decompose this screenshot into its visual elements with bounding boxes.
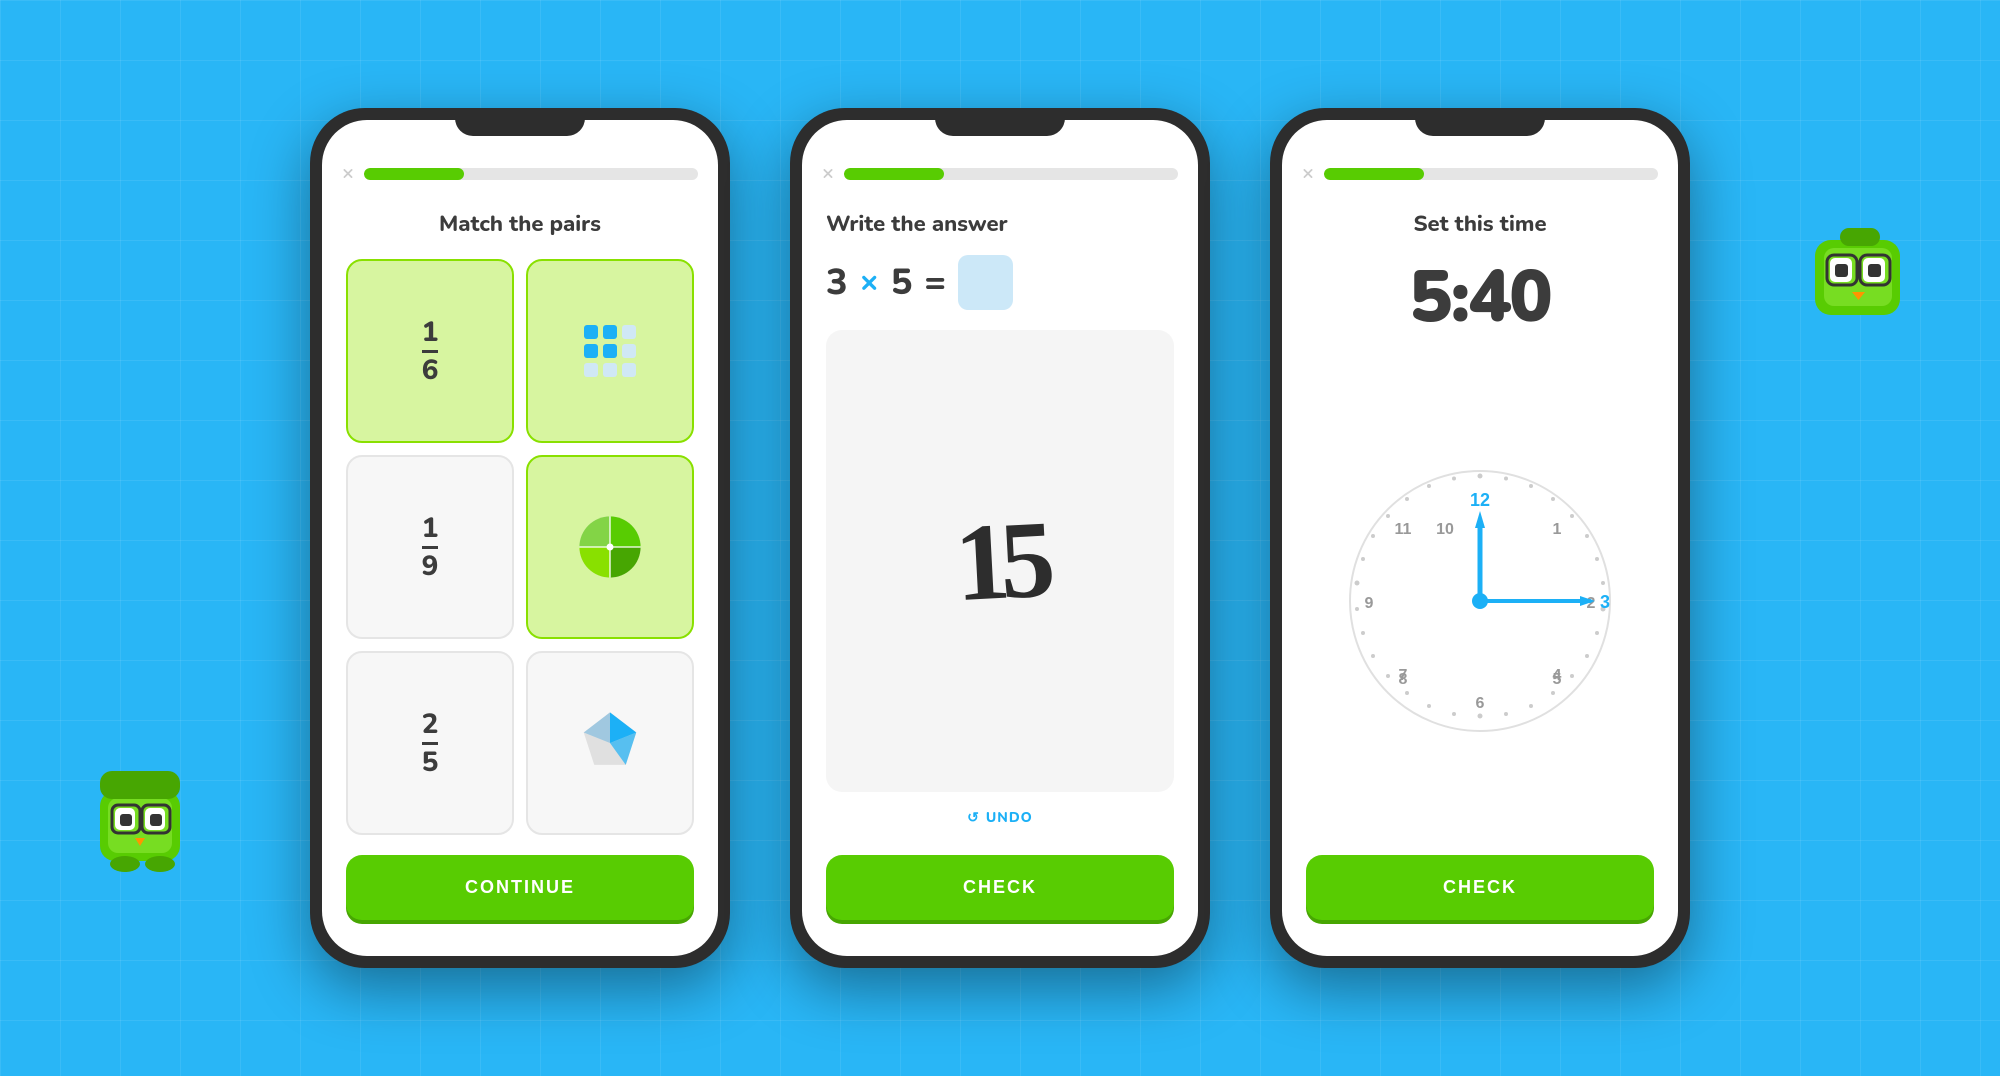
diamond-icon	[575, 708, 645, 778]
phone-2: × Write the answer 3 × 5 = 15 ↺ UNDO C	[790, 108, 1210, 968]
fraction-1-6: 1 6	[422, 317, 439, 386]
phone-bottom-3: CHECK	[1282, 855, 1678, 956]
grid-dot-empty	[622, 363, 636, 377]
handwritten-answer: 15	[952, 495, 1049, 627]
close-button-1[interactable]: ×	[342, 160, 354, 187]
svg-text:2: 2	[1587, 595, 1596, 612]
analog-clock[interactable]: 12 1 2 4 6 7 9 11 10 3 5 8	[1335, 456, 1625, 746]
grid-dot-empty	[603, 363, 617, 377]
clock-container: 12 1 2 4 6 7 9 11 10 3 5 8	[1306, 367, 1654, 835]
fraction-denominator: 6	[422, 355, 439, 386]
check-button-3[interactable]: CHECK	[1306, 855, 1654, 920]
pair-card-grid[interactable]	[526, 259, 694, 443]
fraction-1-9: 1 9	[422, 513, 439, 582]
close-button-2[interactable]: ×	[822, 160, 834, 187]
grid-dot	[603, 325, 617, 339]
svg-text:8: 8	[1399, 671, 1408, 688]
svg-text:5: 5	[1553, 671, 1562, 688]
pair-card-diamond[interactable]	[526, 651, 694, 835]
eq-left: 3	[826, 258, 848, 307]
pair-card-fraction-2-5[interactable]: 2 5	[346, 651, 514, 835]
grid-dot-empty	[622, 325, 636, 339]
close-button-3[interactable]: ×	[1302, 160, 1314, 187]
grid-dot	[584, 325, 598, 339]
svg-text:12: 12	[1470, 490, 1490, 510]
pair-card-pie[interactable]	[526, 455, 694, 639]
undo-icon: ↺	[967, 808, 980, 827]
svg-text:1: 1	[1553, 521, 1562, 538]
phone-bottom-2: CHECK	[802, 855, 1198, 956]
pair-card-fraction-1-9[interactable]: 1 9	[346, 455, 514, 639]
draw-area[interactable]: 15	[826, 330, 1174, 792]
svg-text:9: 9	[1365, 595, 1374, 612]
progress-bar-bg-1	[364, 168, 698, 180]
fraction-denominator: 5	[422, 747, 439, 778]
fraction-numerator: 2	[422, 709, 439, 745]
svg-text:3: 3	[1600, 592, 1610, 612]
grid-dot-empty	[584, 363, 598, 377]
notch-2	[935, 108, 1065, 136]
cube-right-svg	[1810, 220, 1920, 330]
check-button-2[interactable]: CHECK	[826, 855, 1174, 920]
undo-button[interactable]: ↺ UNDO	[826, 808, 1174, 827]
grid-dot	[584, 344, 598, 358]
svg-text:10: 10	[1436, 521, 1454, 538]
fraction-2-5: 2 5	[422, 709, 439, 778]
grid-icon	[584, 325, 636, 377]
pairs-grid: 1 6	[346, 259, 694, 835]
notch-1	[455, 108, 585, 136]
eq-answer-box[interactable]	[958, 255, 1013, 310]
pair-card-fraction-1-6[interactable]: 1 6	[346, 259, 514, 443]
grid-dot-empty	[622, 344, 636, 358]
phone-1: × Match the pairs 1 6	[310, 108, 730, 968]
content-2: Write the answer 3 × 5 = 15 ↺ UNDO	[802, 199, 1198, 855]
content-3: Set this time 5:40	[1282, 199, 1678, 855]
cube-left	[90, 756, 210, 876]
cube-right	[1810, 220, 1920, 330]
time-title: Set this time	[1306, 209, 1654, 239]
eq-mid: 5	[891, 258, 913, 307]
svg-text:6: 6	[1476, 695, 1485, 712]
progress-bar-fill-1	[364, 168, 464, 180]
progress-bar-fill-3	[1324, 168, 1424, 180]
write-title: Write the answer	[826, 209, 1174, 239]
phone-bottom-1: CONTINUE	[322, 855, 718, 956]
undo-label: UNDO	[986, 808, 1033, 827]
progress-bar-bg-2	[844, 168, 1178, 180]
equation: 3 × 5 =	[826, 255, 1174, 310]
progress-bar-bg-3	[1324, 168, 1658, 180]
eq-op: ×	[860, 261, 879, 304]
fraction-numerator: 1	[422, 317, 439, 353]
svg-text:11: 11	[1395, 521, 1412, 538]
notch-3	[1415, 108, 1545, 136]
cube-left-svg	[90, 756, 210, 876]
progress-bar-fill-2	[844, 168, 944, 180]
eq-eq: =	[924, 258, 946, 307]
continue-button[interactable]: CONTINUE	[346, 855, 694, 920]
pie-icon	[575, 512, 645, 582]
grid-dot	[603, 344, 617, 358]
fraction-denominator: 9	[422, 551, 439, 582]
fraction-numerator: 1	[422, 513, 439, 549]
digital-time: 5:40	[1306, 249, 1654, 347]
match-title: Match the pairs	[346, 209, 694, 239]
phone-3: × Set this time 5:40	[1270, 108, 1690, 968]
content-1: Match the pairs 1 6	[322, 199, 718, 855]
